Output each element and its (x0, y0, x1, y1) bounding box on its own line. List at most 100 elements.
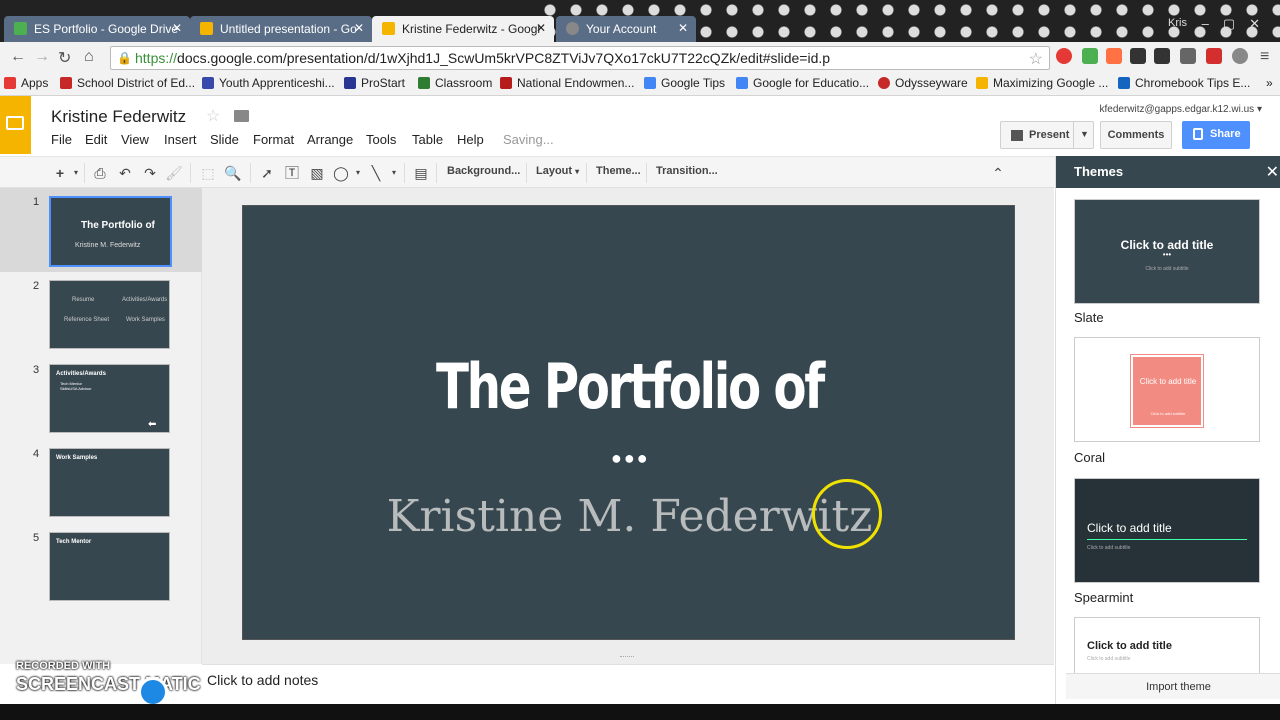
close-icon[interactable]: ✕ (678, 21, 688, 35)
select-cursor-icon[interactable]: ➚ (257, 163, 277, 183)
bookmark-item[interactable]: Odysseyware (878, 76, 968, 90)
browser-tab-active[interactable]: Kristine Federwitz - Googl ✕ (372, 16, 554, 42)
more-bookmarks-icon[interactable]: » (1266, 76, 1273, 90)
zoom-icon[interactable]: 🔍 (223, 163, 243, 183)
menu-edit[interactable]: Edit (85, 132, 107, 147)
extension-icon[interactable] (1154, 48, 1170, 64)
slide-thumbnail-row[interactable]: 2 Resume Activities/Awards Reference She… (0, 272, 202, 356)
extension-icon[interactable] (1180, 48, 1196, 64)
site-icon (1118, 77, 1130, 89)
address-bar[interactable]: 🔒 https://docs.google.com/presentation/d… (110, 46, 1050, 70)
import-theme-button[interactable]: Import theme (1066, 673, 1280, 699)
layout-button[interactable]: Layout ▾ (536, 165, 579, 177)
slide-filmstrip: 1 The Portfolio of Kristine M. Federwitz… (0, 188, 202, 664)
text-box-icon[interactable]: 🅃 (282, 163, 302, 183)
present-button[interactable]: Present ▼ (1000, 121, 1094, 149)
extension-icon[interactable] (1232, 48, 1248, 64)
slide-thumbnail[interactable]: Activities/Awards Tech Mentor SkillsUSA … (49, 364, 170, 433)
speaker-notes[interactable]: Click to add notes (202, 664, 1054, 704)
slide-thumbnail-row[interactable]: 4 Work Samples (0, 440, 202, 524)
slide-title[interactable]: The Portfolio of (328, 350, 931, 423)
theme-spearmint[interactable]: Click to add title Click to add subtitle (1074, 478, 1260, 583)
redo-icon[interactable]: ↷ (140, 163, 160, 183)
menu-arrange[interactable]: Arrange (307, 132, 353, 147)
account-email[interactable]: kfederwitz@gapps.edgar.k12.wi.us ▾ (1100, 104, 1263, 115)
slide-thumbnail-row[interactable]: 5 Tech Mentor (0, 524, 202, 608)
browser-tab-untitled[interactable]: Untitled presentation - Go ✕ (190, 16, 372, 42)
close-icon[interactable]: ✕ (1266, 162, 1279, 182)
home-icon[interactable]: ⌂ (84, 48, 94, 66)
theme-coral[interactable]: Click to add title Click to add subtitle (1074, 337, 1260, 442)
folder-icon[interactable] (234, 110, 249, 122)
undo-icon[interactable]: ↶ (115, 163, 135, 183)
back-icon[interactable]: ← (10, 48, 26, 66)
paint-format-icon[interactable]: 🖌 (164, 163, 184, 183)
comments-button[interactable]: Comments (1100, 121, 1172, 149)
chevron-down-icon[interactable]: ▾ (348, 163, 368, 183)
close-icon[interactable]: ✕ (354, 21, 364, 35)
background-button[interactable]: Background... (447, 165, 520, 177)
present-icon (1011, 130, 1023, 141)
reload-icon[interactable]: ↻ (58, 48, 71, 68)
comment-icon[interactable]: ▤ (411, 163, 431, 183)
bookmark-item[interactable]: National Endowmen... (500, 76, 634, 90)
share-button[interactable]: Share (1182, 121, 1250, 149)
slide-thumbnail[interactable]: Resume Activities/Awards Reference Sheet… (49, 280, 170, 349)
menu-file[interactable]: File (51, 132, 72, 147)
browser-tab-drive[interactable]: ES Portfolio - Google Drive ✕ (4, 16, 190, 42)
close-icon[interactable]: ✕ (172, 21, 182, 35)
image-icon[interactable]: ▧ (307, 163, 327, 183)
bookmark-item[interactable]: Google for Educatio... (736, 76, 869, 90)
extension-icon[interactable] (1106, 48, 1122, 64)
slide-thumbnail[interactable]: The Portfolio of Kristine M. Federwitz (49, 196, 172, 267)
line-icon[interactable]: ╲ (366, 163, 386, 183)
bookmark-star-icon[interactable]: ☆ (1029, 49, 1043, 69)
menu-format[interactable]: Format (253, 132, 294, 147)
chevron-down-icon[interactable]: ▼ (1073, 122, 1095, 148)
star-icon[interactable]: ☆ (206, 106, 220, 126)
drive-extension-icon[interactable] (1082, 48, 1098, 64)
notes-placeholder[interactable]: Click to add notes (207, 672, 318, 688)
close-icon[interactable]: ✕ (536, 21, 546, 35)
bookmark-item[interactable]: ProStart (344, 76, 405, 90)
extension-icon[interactable] (1130, 48, 1146, 64)
print-icon[interactable]: ⎙ (90, 163, 110, 183)
theme-button[interactable]: Theme... (596, 165, 641, 177)
bookmark-item[interactable]: Maximizing Google ... (976, 76, 1108, 90)
resize-handle[interactable] (620, 656, 634, 660)
browser-user[interactable]: Kris (1168, 17, 1187, 29)
slide-subtitle[interactable]: Kristine M. Federwitz (243, 491, 1016, 542)
chrome-extension-icon[interactable] (1056, 48, 1072, 64)
menu-insert[interactable]: Insert (164, 132, 197, 147)
slide-thumbnail-row[interactable]: 3 Activities/Awards Tech Mentor SkillsUS… (0, 356, 202, 440)
menu-icon[interactable]: ≡ (1260, 48, 1269, 66)
collapse-icon[interactable]: ⌃ (988, 163, 1008, 183)
bookmark-item[interactable]: School District of Ed... (60, 76, 195, 90)
bookmark-apps[interactable]: Apps (4, 76, 48, 90)
new-extension-icon[interactable] (1206, 48, 1222, 64)
theme-simple[interactable]: Click to add title Click to add subtitle (1074, 617, 1260, 677)
menu-tools[interactable]: Tools (366, 132, 396, 147)
slide-thumbnail-row[interactable]: 1 The Portfolio of Kristine M. Federwitz (0, 188, 202, 272)
menu-slide[interactable]: Slide (210, 132, 239, 147)
slides-logo[interactable] (0, 96, 31, 154)
window-controls[interactable]: –▢✕ (1202, 16, 1274, 32)
chevron-down-icon[interactable]: ▾ (66, 163, 86, 183)
menu-view[interactable]: View (121, 132, 149, 147)
document-title[interactable]: Kristine Federwitz (51, 107, 186, 127)
bookmark-item[interactable]: Classroom (418, 76, 492, 90)
menu-table[interactable]: Table (412, 132, 443, 147)
slide-canvas[interactable]: The Portfolio of ●●● Kristine M. Federwi… (242, 205, 1015, 640)
bookmark-item[interactable]: Youth Apprenticeshi... (202, 76, 335, 90)
chevron-down-icon[interactable]: ▾ (384, 163, 404, 183)
slide-thumbnail[interactable]: Work Samples (49, 448, 170, 517)
forward-icon[interactable]: → (34, 48, 50, 66)
browser-tab-account[interactable]: Your Account ✕ (556, 16, 696, 42)
bookmark-item[interactable]: Chromebook Tips E... (1118, 76, 1250, 90)
menu-help[interactable]: Help (457, 132, 484, 147)
zoom-fit-icon[interactable]: ⬚ (198, 163, 218, 183)
transition-button[interactable]: Transition... (656, 165, 718, 177)
bookmark-item[interactable]: Google Tips (644, 76, 725, 90)
slide-thumbnail[interactable]: Tech Mentor (49, 532, 170, 601)
theme-slate[interactable]: Click to add title ••• Click to add subt… (1074, 199, 1260, 304)
